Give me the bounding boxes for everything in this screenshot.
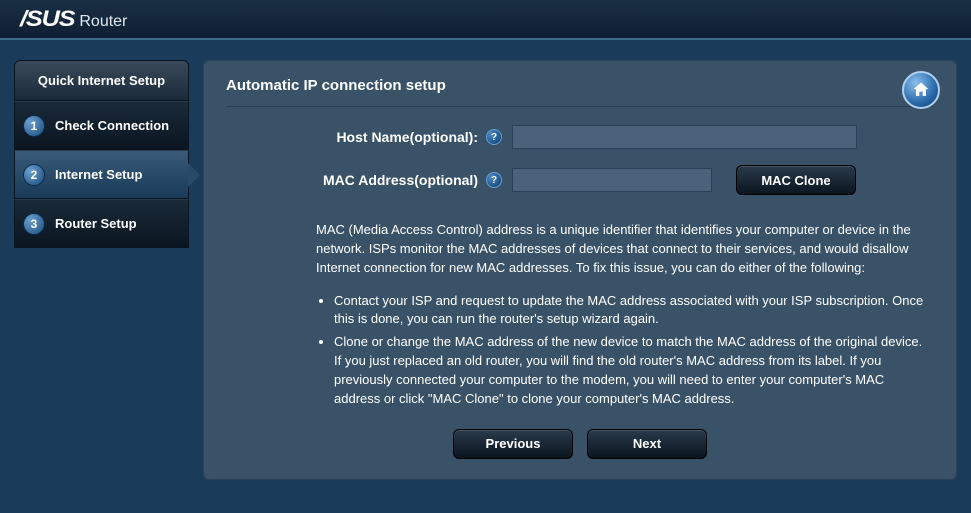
info-bullet-list: Contact your ISP and request to update t… [316, 292, 924, 409]
product-name: Router [79, 13, 127, 31]
main-container: Quick Internet Setup 1 Check Connection … [0, 40, 971, 494]
previous-button[interactable]: Previous [453, 429, 573, 459]
brand-logo: /SUS Router [20, 6, 127, 32]
sidebar: Quick Internet Setup 1 Check Connection … [14, 60, 189, 480]
step-number-icon: 1 [23, 115, 45, 137]
host-name-label: Host Name(optional): [286, 129, 486, 145]
sidebar-title: Quick Internet Setup [14, 60, 189, 101]
step-label: Internet Setup [55, 167, 142, 182]
info-bullet: Contact your ISP and request to update t… [334, 292, 924, 330]
mac-address-input[interactable] [512, 168, 712, 192]
home-icon [911, 80, 931, 100]
mac-clone-button[interactable]: MAC Clone [736, 165, 856, 195]
help-icon[interactable]: ? [486, 129, 502, 145]
nav-buttons: Previous Next [226, 429, 934, 459]
step-check-connection[interactable]: 1 Check Connection [14, 101, 189, 150]
step-internet-setup[interactable]: 2 Internet Setup [14, 150, 189, 199]
home-button[interactable] [902, 71, 940, 109]
panel-title: Automatic IP connection setup [226, 77, 934, 107]
info-text: MAC (Media Access Control) address is a … [226, 211, 934, 409]
next-button[interactable]: Next [587, 429, 707, 459]
content-panel: Automatic IP connection setup Host Name(… [203, 60, 957, 480]
info-intro: MAC (Media Access Control) address is a … [316, 221, 924, 278]
row-host-name: Host Name(optional): ? [226, 125, 934, 149]
help-icon[interactable]: ? [486, 172, 502, 188]
step-number-icon: 2 [23, 164, 45, 186]
step-label: Check Connection [55, 118, 169, 133]
info-bullet: Clone or change the MAC address of the n… [334, 333, 924, 408]
mac-address-label: MAC Address(optional) [286, 172, 486, 188]
step-router-setup[interactable]: 3 Router Setup [14, 199, 189, 248]
brand-name: /SUS [20, 6, 74, 32]
step-number-icon: 3 [23, 213, 45, 235]
row-mac-address: MAC Address(optional) ? MAC Clone [226, 165, 934, 195]
host-name-input[interactable] [512, 125, 857, 149]
app-header: /SUS Router [0, 0, 971, 40]
step-label: Router Setup [55, 216, 137, 231]
